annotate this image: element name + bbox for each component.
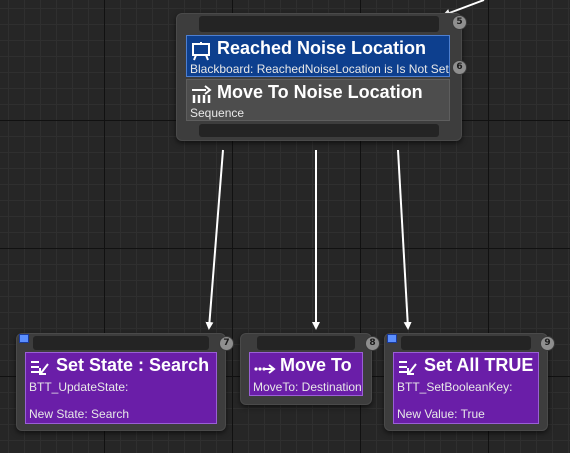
input-pin[interactable] xyxy=(401,336,531,350)
task-property: New State: Search xyxy=(29,407,130,421)
sequence-node[interactable]: 5 Reached Noise Location Blackboard: Rea… xyxy=(176,13,467,141)
execution-order-badge: 9 xyxy=(540,336,555,351)
task-move-to[interactable]: Move To MoveTo: Destination xyxy=(249,352,363,396)
input-pin[interactable] xyxy=(199,16,439,32)
composite-subtitle: Sequence xyxy=(190,106,245,120)
task-class: MoveTo: Destination xyxy=(253,380,362,394)
composite-title: Move To Noise Location xyxy=(217,82,423,102)
task-class: BTT_UpdateState: xyxy=(29,380,129,394)
task-node-move-to[interactable]: 8 Move To MoveTo: Destination xyxy=(240,333,380,405)
task-set-all-true[interactable]: Set All TRUE BTT_SetBooleanKey: New Valu… xyxy=(393,352,539,424)
execution-order-badge: 7 xyxy=(219,336,234,351)
input-pin[interactable] xyxy=(257,336,355,350)
task-set-state-search[interactable]: Set State : Search BTT_UpdateState: New … xyxy=(25,352,217,424)
task-node-set-state[interactable]: 7 Set State : Search BTT_UpdateState: Ne… xyxy=(16,333,234,431)
task-title: Move To xyxy=(280,355,352,375)
decorator-title: Reached Noise Location xyxy=(217,38,427,58)
task-property: New Value: True xyxy=(397,407,485,421)
input-pin[interactable] xyxy=(33,336,209,350)
decorator-order-badge: 6 xyxy=(452,60,467,75)
blueprint-badge-icon xyxy=(387,334,397,343)
wire-to-set-state xyxy=(205,149,224,330)
task-class: BTT_SetBooleanKey: xyxy=(397,380,513,394)
execution-order-badge: 5 xyxy=(452,15,467,30)
decorator-reached-noise-location[interactable]: Reached Noise Location Blackboard: Reach… xyxy=(186,35,450,77)
task-title: Set State : Search xyxy=(56,355,210,375)
wire-to-set-all-true xyxy=(397,149,412,330)
decorator-subtitle: Blackboard: ReachedNoiseLocation is Is N… xyxy=(190,62,449,76)
output-pin[interactable] xyxy=(199,124,439,137)
blueprint-badge-icon xyxy=(19,334,29,343)
task-node-set-all-true[interactable]: 9 Set All TRUE BTT_SetBooleanKey: New Va… xyxy=(384,333,555,431)
composite-move-to-noise-location[interactable]: Move To Noise Location Sequence xyxy=(186,79,450,121)
execution-order-badge: 8 xyxy=(365,336,380,351)
task-title: Set All TRUE xyxy=(424,355,534,375)
